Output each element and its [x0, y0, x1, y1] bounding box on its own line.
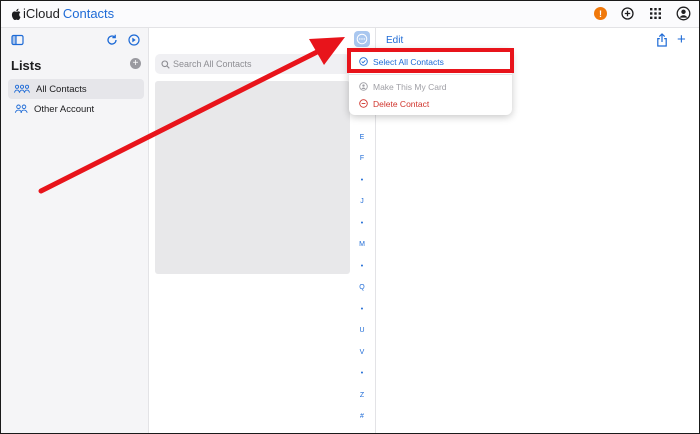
index-letter[interactable]: U [354, 327, 370, 334]
menu-item-delete-contact[interactable]: Delete Contact [349, 95, 512, 112]
sidebar-item-other-account[interactable]: Other Account [8, 99, 144, 119]
menu-divider [349, 74, 512, 75]
add-contact-button[interactable]: + [677, 32, 686, 47]
index-letter[interactable]: V [354, 349, 370, 356]
share-icon[interactable] [656, 33, 668, 47]
sidebar: Lists + All Contacts Other Account [1, 28, 149, 433]
index-letter[interactable]: • [354, 177, 370, 184]
index-letter[interactable]: M [354, 241, 370, 248]
more-options-button[interactable] [354, 31, 370, 47]
sidebar-toggle-icon[interactable] [11, 34, 24, 46]
annotation-highlight-box [347, 48, 514, 73]
sidebar-item-label: All Contacts [36, 83, 87, 95]
people-group-icon [14, 84, 30, 93]
contacts-list[interactable] [155, 81, 350, 274]
index-letter[interactable]: • [354, 263, 370, 270]
apple-logo-icon [11, 8, 21, 20]
add-circle-icon[interactable] [620, 6, 635, 21]
app-grid-icon[interactable] [648, 6, 663, 21]
index-letter[interactable]: • [354, 220, 370, 227]
person-circle-icon [359, 82, 368, 91]
lists-heading: Lists [11, 58, 42, 73]
contacts-column: E F • J • M • Q • U V • Z # [150, 28, 376, 433]
edit-button[interactable]: Edit [386, 35, 403, 46]
notification-badge[interactable]: ! [594, 7, 607, 20]
ellipsis-circle-icon [356, 33, 368, 45]
search-bar[interactable] [155, 54, 350, 74]
index-letter[interactable]: Z [354, 392, 370, 399]
index-letter[interactable]: E [354, 134, 370, 141]
menu-item-label: Make This My Card [373, 81, 447, 92]
index-letter[interactable]: • [354, 370, 370, 377]
menu-item-label: Delete Contact [373, 98, 430, 109]
minus-circle-icon [359, 99, 368, 108]
search-input[interactable] [173, 59, 343, 69]
brand[interactable]: iCloud Contacts [11, 6, 114, 21]
refresh-icon[interactable] [106, 34, 118, 46]
top-bar: iCloud Contacts ! [1, 1, 699, 28]
index-letter[interactable]: Q [354, 284, 370, 291]
index-letter[interactable]: J [354, 198, 370, 205]
share-contacts-icon[interactable] [128, 34, 140, 46]
people-pair-icon [14, 104, 28, 113]
search-icon [161, 59, 170, 69]
app-window: iCloud Contacts ! Lists + All Contacts O… [0, 0, 700, 434]
sidebar-item-all-contacts[interactable]: All Contacts [8, 79, 144, 99]
index-letter[interactable]: # [354, 413, 370, 420]
top-bar-actions: ! [594, 6, 691, 21]
brand-app-name: Contacts [62, 6, 115, 21]
index-letter[interactable]: F [354, 155, 370, 162]
brand-icloud-text: iCloud [23, 6, 60, 21]
sidebar-item-label: Other Account [34, 103, 95, 115]
menu-item-make-my-card[interactable]: Make This My Card [349, 78, 512, 95]
index-letter[interactable]: • [354, 306, 370, 313]
add-list-button[interactable]: + [130, 58, 141, 69]
account-icon[interactable] [676, 6, 691, 21]
